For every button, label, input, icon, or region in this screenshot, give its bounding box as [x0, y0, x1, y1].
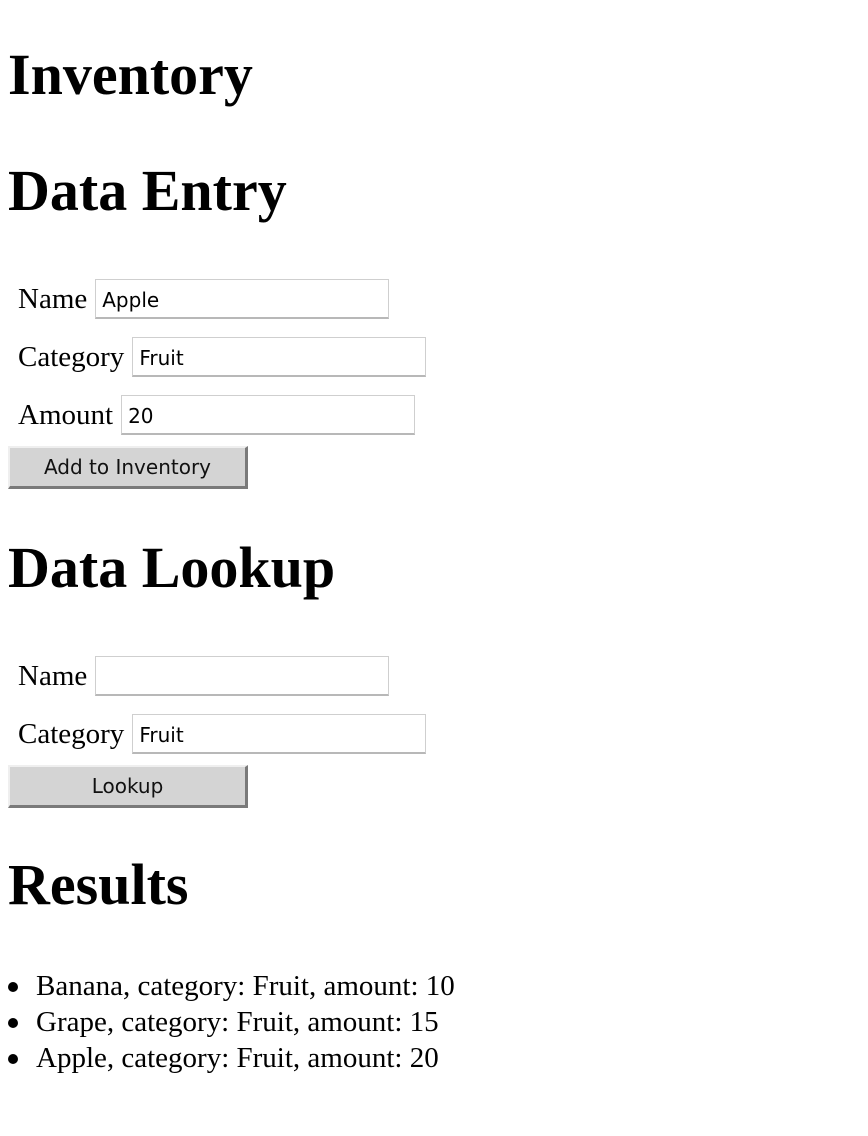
- add-to-inventory-button[interactable]: Add to Inventory: [8, 446, 248, 489]
- entry-name-input[interactable]: [95, 279, 390, 319]
- entry-category-row: Category: [18, 337, 427, 377]
- result-text: Banana, category: Fruit, amount: 10: [36, 970, 455, 1002]
- list-item: Banana, category: Fruit, amount: 10: [8, 968, 455, 1004]
- page-title: Inventory: [8, 42, 253, 107]
- bullet-icon: [8, 982, 18, 992]
- data-lookup-heading: Data Lookup: [8, 535, 336, 600]
- lookup-name-input[interactable]: [95, 656, 390, 696]
- entry-amount-input[interactable]: [121, 395, 416, 435]
- list-item: Grape, category: Fruit, amount: 15: [8, 1004, 455, 1040]
- lookup-name-row: Name: [18, 656, 390, 696]
- lookup-category-label: Category: [18, 717, 125, 750]
- entry-amount-row: Amount: [18, 395, 416, 435]
- lookup-category-input[interactable]: [132, 714, 427, 754]
- result-text: Apple, category: Fruit, amount: 20: [36, 1042, 439, 1074]
- bullet-icon: [8, 1054, 18, 1064]
- result-text: Grape, category: Fruit, amount: 15: [36, 1006, 439, 1038]
- results-heading: Results: [8, 852, 189, 917]
- results-list: Banana, category: Fruit, amount: 10 Grap…: [8, 968, 455, 1076]
- lookup-category-row: Category: [18, 714, 427, 754]
- data-entry-heading: Data Entry: [8, 158, 287, 223]
- entry-name-row: Name: [18, 279, 390, 319]
- bullet-icon: [8, 1018, 18, 1028]
- entry-category-input[interactable]: [132, 337, 427, 377]
- lookup-name-label: Name: [18, 659, 88, 692]
- entry-name-label: Name: [18, 282, 88, 315]
- list-item: Apple, category: Fruit, amount: 20: [8, 1040, 455, 1076]
- entry-amount-label: Amount: [18, 398, 114, 431]
- lookup-button[interactable]: Lookup: [8, 765, 248, 808]
- entry-category-label: Category: [18, 340, 125, 373]
